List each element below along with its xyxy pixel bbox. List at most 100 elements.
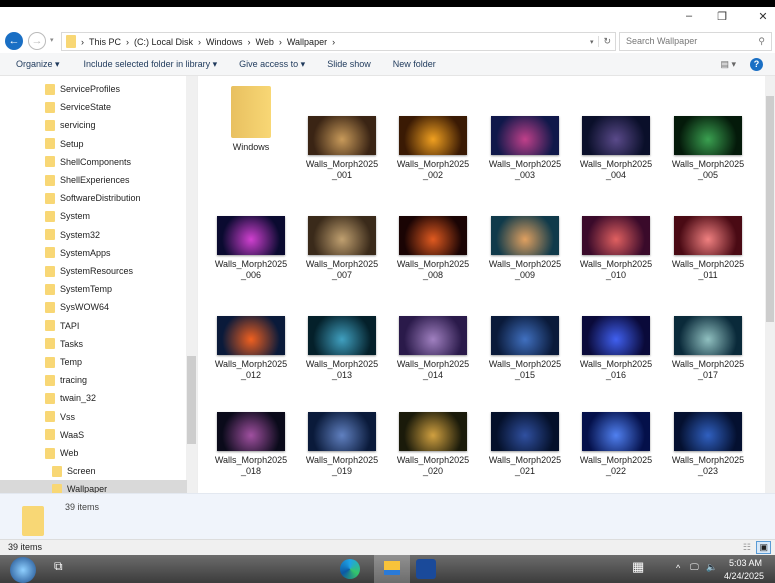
- nav-item-label: ServiceProfiles: [60, 84, 121, 94]
- details-pane: 39 items: [0, 493, 775, 539]
- store-icon[interactable]: [416, 559, 436, 579]
- search-input[interactable]: Search Wallpaper ⚲: [619, 32, 772, 51]
- image-file-item[interactable]: Walls_Morph2025_020: [389, 412, 477, 477]
- folder-icon: [66, 35, 76, 48]
- details-view-icon[interactable]: ☷: [743, 542, 751, 553]
- image-file-item[interactable]: Walls_Morph2025_021: [481, 412, 569, 477]
- title-bar: – ❐ ✕: [0, 7, 775, 27]
- nav-item-screen[interactable]: Screen: [0, 462, 187, 480]
- nav-item-label: System32: [60, 229, 101, 240]
- change-view-icon[interactable]: ▤ ▾: [720, 59, 736, 70]
- nav-item-systemapps[interactable]: SystemApps: [0, 244, 187, 262]
- nav-scrollbar[interactable]: [186, 76, 197, 498]
- start-button[interactable]: [10, 557, 36, 583]
- nav-item-label: System: [60, 211, 91, 222]
- folder-icon: [45, 119, 55, 131]
- forward-button[interactable]: →: [28, 32, 46, 50]
- folder-icon: [45, 265, 55, 277]
- crumb-windows[interactable]: Windows: [206, 37, 243, 47]
- image-file-item[interactable]: Walls_Morph2025_016: [572, 316, 660, 381]
- image-file-item[interactable]: Walls_Morph2025_018: [207, 412, 295, 477]
- breadcrumb[interactable]: › This PC › (C:) Local Disk › Windows › Web …: [61, 32, 616, 51]
- image-file-item[interactable]: Walls_Morph2025_009: [481, 216, 569, 281]
- image-file-item[interactable]: Walls_Morph2025_019: [298, 412, 386, 477]
- clock-time[interactable]: 5:03 AM: [729, 558, 762, 568]
- nav-item-web[interactable]: Web: [0, 444, 187, 462]
- nav-item-shellcomponents[interactable]: ShellComponents: [0, 153, 187, 171]
- image-file-item[interactable]: Walls_Morph2025_012: [207, 316, 295, 381]
- folder-item[interactable]: Windows: [207, 86, 295, 153]
- image-file-item[interactable]: Walls_Morph2025_022: [572, 412, 660, 477]
- task-view-icon[interactable]: ⧉: [54, 559, 74, 579]
- maximize-button[interactable]: ❐: [712, 10, 732, 23]
- organize-button[interactable]: Organize ▾: [16, 59, 60, 70]
- image-file-item[interactable]: Walls_Morph2025_013: [298, 316, 386, 381]
- crumb-wallpaper[interactable]: Wallpaper: [287, 37, 327, 47]
- nav-item-syswow64[interactable]: SysWOW64: [0, 298, 187, 316]
- image-file-item[interactable]: Walls_Morph2025_017: [664, 316, 752, 381]
- folder-icon: [45, 247, 55, 259]
- image-file-item[interactable]: Walls_Morph2025_011: [664, 216, 752, 281]
- new-folder-button[interactable]: New folder: [393, 59, 436, 69]
- nav-item-label: servicing: [60, 120, 96, 131]
- nav-item-system32[interactable]: System32: [0, 226, 187, 244]
- nav-item-tasks[interactable]: Tasks: [0, 335, 187, 353]
- image-file-item[interactable]: Walls_Morph2025_004: [572, 116, 660, 181]
- clock-date[interactable]: 4/24/2025: [724, 571, 764, 581]
- image-thumbnail: [308, 216, 376, 255]
- news-widget-icon[interactable]: ▦: [632, 559, 652, 579]
- file-explorer-taskbar-button[interactable]: [374, 555, 410, 583]
- content-scrollbar[interactable]: [765, 76, 775, 493]
- image-file-item[interactable]: Walls_Morph2025_006: [207, 216, 295, 281]
- slide-show-button[interactable]: Slide show: [327, 59, 371, 69]
- nav-item-system[interactable]: System: [0, 207, 187, 225]
- image-file-item[interactable]: Walls_Morph2025_003: [481, 116, 569, 181]
- nav-item-servicing[interactable]: servicing: [0, 116, 187, 134]
- image-file-item[interactable]: Walls_Morph2025_008: [389, 216, 477, 281]
- minimize-button[interactable]: –: [679, 10, 699, 22]
- recent-locations-icon[interactable]: ▾: [50, 36, 54, 44]
- crumb-local-disk[interactable]: (C:) Local Disk: [134, 37, 193, 47]
- crumb-this-pc[interactable]: This PC: [89, 37, 121, 47]
- image-thumbnail: [308, 116, 376, 155]
- image-file-item[interactable]: Walls_Morph2025_007: [298, 216, 386, 281]
- large-icons-view-icon[interactable]: ▣: [756, 541, 771, 554]
- image-thumbnail: [308, 412, 376, 451]
- nav-item-twain-32[interactable]: twain_32: [0, 389, 187, 407]
- crumb-web[interactable]: Web: [256, 37, 274, 47]
- include-in-library-button[interactable]: Include selected folder in library ▾: [84, 59, 218, 70]
- image-file-item[interactable]: Walls_Morph2025_005: [664, 116, 752, 181]
- volume-muted-icon[interactable]: 🔈: [706, 562, 726, 582]
- nav-item-tracing[interactable]: tracing: [0, 371, 187, 389]
- refresh-icon[interactable]: ↻: [598, 36, 615, 47]
- nav-item-shellexperiences[interactable]: ShellExperiences: [0, 171, 187, 189]
- nav-item-waas[interactable]: WaaS: [0, 426, 187, 444]
- nav-item-systemtemp[interactable]: SystemTemp: [0, 280, 187, 298]
- address-dropdown-icon[interactable]: ▾: [590, 38, 594, 46]
- file-name: Walls_Morph2025_011: [671, 259, 745, 280]
- nav-item-systemresources[interactable]: SystemResources: [0, 262, 187, 280]
- give-access-button[interactable]: Give access to ▾: [239, 59, 305, 70]
- image-thumbnail: [399, 316, 467, 355]
- file-name: Walls_Morph2025_018: [214, 455, 288, 476]
- nav-item-serviceprofiles[interactable]: ServiceProfiles: [0, 80, 187, 98]
- image-file-item[interactable]: Walls_Morph2025_014: [389, 316, 477, 381]
- image-file-item[interactable]: Walls_Morph2025_002: [389, 116, 477, 181]
- nav-item-tapi[interactable]: TAPI: [0, 317, 187, 335]
- edge-icon[interactable]: [340, 559, 360, 579]
- close-button[interactable]: ✕: [753, 10, 773, 23]
- nav-item-setup[interactable]: Setup: [0, 135, 187, 153]
- image-file-item[interactable]: Walls_Morph2025_010: [572, 216, 660, 281]
- image-file-item[interactable]: Walls_Morph2025_023: [664, 412, 752, 477]
- nav-item-softwaredistribution[interactable]: SoftwareDistribution: [0, 189, 187, 207]
- nav-item-temp[interactable]: Temp: [0, 353, 187, 371]
- image-file-item[interactable]: Walls_Morph2025_001: [298, 116, 386, 181]
- folder-icon: [45, 374, 55, 386]
- nav-item-vss[interactable]: Vss: [0, 408, 187, 426]
- nav-item-servicestate[interactable]: ServiceState: [0, 98, 187, 116]
- file-name: Walls_Morph2025_015: [488, 359, 562, 380]
- back-button[interactable]: ←: [5, 32, 23, 50]
- image-file-item[interactable]: Walls_Morph2025_015: [481, 316, 569, 381]
- nav-item-label: tracing: [60, 375, 88, 386]
- help-icon[interactable]: ?: [750, 57, 763, 71]
